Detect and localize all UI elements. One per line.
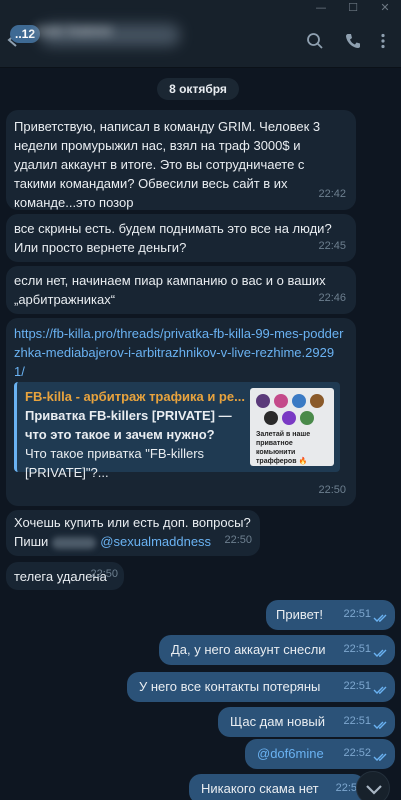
message-outgoing[interactable]: Никакого скама нет 22:5 (189, 774, 365, 800)
message-text: Пиши (14, 534, 49, 549)
message-text: Привет! (276, 607, 323, 622)
preview-title: Приватка FB-killers [PRIVATE] — что это … (25, 408, 232, 442)
link-preview[interactable]: FB-killa - арбитраж трафика и ре... Прив… (14, 382, 340, 480)
message-text: Да, у него аккаунт снесли (171, 642, 326, 657)
mention-link[interactable]: @dof6mine (257, 744, 324, 763)
message-time: 22:51 (343, 680, 371, 692)
message-time: 22:45 (318, 240, 346, 252)
message-text: все скрины есть. будем поднимать это все… (14, 221, 332, 255)
message-time: 22:46 (318, 292, 346, 304)
message-time: 22:52 (343, 747, 371, 759)
chevron-down-icon (366, 785, 382, 795)
redacted-name (52, 536, 97, 549)
date-separator: 8 октября (157, 78, 239, 100)
message-text: У него все контакты потеряны (139, 679, 321, 694)
message-time: 22:42 (318, 188, 346, 200)
message-text: Приветствую, написал в команду GRIM. Чел… (14, 119, 321, 210)
unread-count: 12 (21, 27, 36, 41)
message-text: Никакого скама нет (201, 781, 319, 796)
minimize-button[interactable]: — (305, 0, 337, 14)
message-text: Хочешь купить или есть доп. вопросы? (14, 515, 251, 530)
read-check-icon (373, 614, 387, 622)
message-incoming[interactable]: телега удалена 22:50 (6, 562, 124, 590)
message-time: 22:51 (343, 643, 371, 655)
message-text-line2: Пиши @sexualmaddness (14, 532, 214, 551)
message-time: 22:51 (343, 608, 371, 620)
chat-title[interactable]: Ivan Ivanov (36, 22, 166, 40)
message-text: если нет, начинаем пиар кампанию о вас и… (14, 273, 326, 307)
read-check-icon (373, 649, 387, 657)
message-incoming[interactable]: Приветствую, написал в команду GRIM. Чел… (6, 110, 356, 210)
message-outgoing[interactable]: Привет! 22:51 (266, 600, 395, 630)
preview-site-name: FB-killa - арбитраж трафика и ре... (25, 389, 245, 404)
message-outgoing[interactable]: Щас дам новый 22:51 (218, 707, 395, 737)
message-list[interactable]: 8 октября Приветствую, написал в команду… (0, 68, 401, 800)
thumbnail-text: Залетай в наше приватное комьюнити трафф… (256, 431, 311, 465)
mention-link[interactable]: @sexualmaddness (100, 534, 211, 549)
message-time: 22:51 (343, 715, 371, 727)
message-incoming[interactable]: Хочешь купить или есть доп. вопросы? Пиш… (6, 510, 260, 556)
message-time: 22:5 (335, 782, 357, 794)
message-time: 22:50 (90, 568, 118, 580)
read-check-icon (373, 753, 387, 761)
message-outgoing[interactable]: @dof6mine 22:52 (245, 739, 395, 769)
message-time: 22:50 (224, 534, 252, 546)
maximize-button[interactable]: ☐ (337, 0, 369, 14)
read-check-icon (373, 686, 387, 694)
message-incoming[interactable]: если нет, начинаем пиар кампанию о вас и… (6, 266, 356, 314)
message-outgoing[interactable]: Да, у него аккаунт снесли 22:51 (159, 635, 395, 665)
close-button[interactable]: ✕ (369, 0, 401, 14)
preview-thumbnail: Залетай в наше приватное комьюнити трафф… (250, 388, 334, 466)
phone-icon[interactable] (344, 32, 362, 50)
thumbnail-avatars (254, 392, 330, 428)
message-link[interactable]: https://fb-killa.pro/threads/privatka-fb… (14, 324, 344, 381)
search-icon[interactable] (306, 32, 324, 50)
chat-header: ..12 Ivan Ivanov (0, 14, 401, 68)
message-time: 22:50 (318, 484, 346, 496)
read-check-icon (373, 721, 387, 729)
more-icon[interactable] (374, 32, 392, 50)
scroll-down-button[interactable] (356, 771, 390, 800)
message-incoming-link[interactable]: https://fb-killa.pro/threads/privatka-fb… (6, 318, 356, 506)
window-titlebar: — ☐ ✕ (0, 0, 401, 14)
preview-description: Что такое приватка "FB-killers [PRIVATE]… (25, 446, 205, 480)
message-incoming[interactable]: все скрины есть. будем поднимать это все… (6, 214, 356, 262)
message-outgoing[interactable]: У него все контакты потеряны 22:51 (127, 672, 395, 702)
message-text: Щас дам новый (230, 714, 325, 729)
